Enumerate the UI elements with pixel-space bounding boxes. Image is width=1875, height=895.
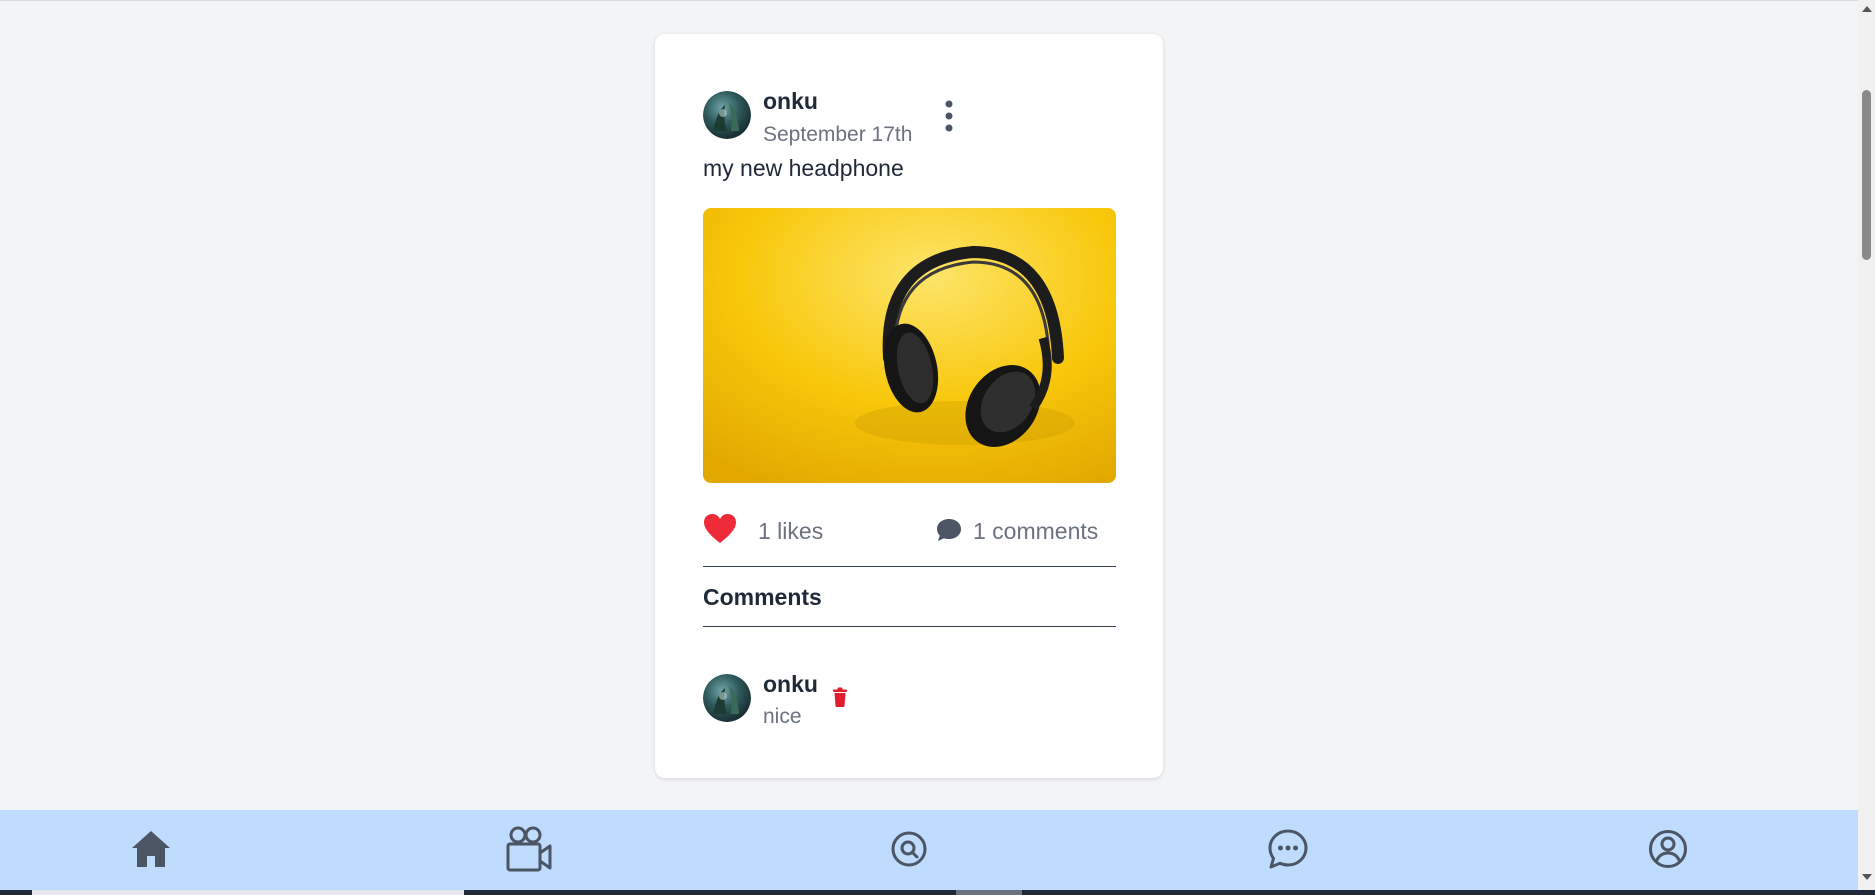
divider — [703, 566, 1116, 567]
scrollbar-thumb[interactable] — [1862, 90, 1871, 260]
vertical-scrollbar[interactable] — [1858, 0, 1875, 890]
scroll-down-arrow-icon[interactable] — [1862, 874, 1872, 880]
post-image[interactable] — [703, 208, 1116, 483]
chat-bubble-icon — [1267, 828, 1309, 875]
comment-text: nice — [763, 705, 802, 728]
heart-icon[interactable] — [703, 513, 737, 545]
nav-profile[interactable] — [1643, 826, 1693, 876]
speech-bubble-icon[interactable] — [935, 517, 963, 543]
top-edge — [0, 0, 1858, 1]
user-circle-icon — [1648, 829, 1688, 874]
video-camera-icon — [505, 825, 553, 878]
divider — [703, 626, 1116, 627]
post-card: onku September 17th my new headphone 1 l… — [655, 34, 1163, 778]
comments-count[interactable]: 1 comments — [973, 518, 1098, 545]
nav-home[interactable] — [126, 826, 176, 876]
comments-heading: Comments — [703, 584, 822, 610]
kebab-menu-icon[interactable] — [939, 96, 959, 136]
nav-videos[interactable] — [504, 826, 554, 876]
page: onku September 17th my new headphone 1 l… — [0, 0, 1875, 895]
taskbar-strip — [0, 890, 1875, 895]
post-date: September 17th — [763, 123, 913, 146]
trash-icon[interactable] — [832, 687, 848, 707]
comment-author-avatar[interactable] — [703, 674, 751, 722]
taskbar-segment — [956, 890, 1022, 895]
likes-count: 1 likes — [758, 518, 824, 544]
taskbar-segment — [32, 890, 464, 895]
nav-messages[interactable] — [1263, 826, 1313, 876]
scroll-up-arrow-icon[interactable] — [1862, 6, 1872, 12]
home-icon — [130, 829, 172, 874]
comment-author-name[interactable]: onku — [763, 671, 818, 698]
nav-search[interactable] — [884, 826, 934, 876]
post-author-name[interactable]: onku — [763, 88, 818, 115]
search-icon — [890, 830, 928, 873]
post-caption: my new headphone — [703, 155, 904, 181]
bottom-nav — [0, 810, 1858, 890]
author-avatar[interactable] — [703, 91, 751, 139]
